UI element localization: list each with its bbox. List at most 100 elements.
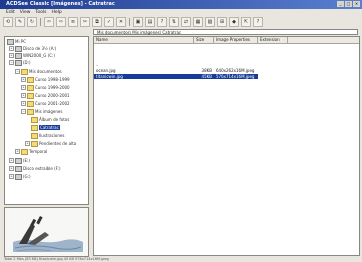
tree-item-mi-pc[interactable]: Mi PC xyxy=(7,39,26,45)
tree-item-drive-e[interactable]: + (E:) xyxy=(9,158,30,164)
toolbar-button-back[interactable]: ⟲ xyxy=(3,17,13,27)
menu-bar: Edit View Tools Help xyxy=(0,9,362,16)
hard-drive-icon xyxy=(15,158,22,164)
table-row-selected[interactable]: titanicwin.jpg 45KB 576x714x16M.jpeg xyxy=(94,74,258,79)
toolbar-button-next[interactable]: ⇨ xyxy=(56,17,66,27)
menu-view[interactable]: View xyxy=(20,10,31,15)
tree-item-label: Curso 1998-1999 xyxy=(35,77,70,83)
maximize-button[interactable]: □ xyxy=(345,1,352,7)
toolbar-separator xyxy=(40,18,41,26)
tree-item-curso-1998[interactable]: + Curso 1998-1999 xyxy=(21,77,70,83)
close-button[interactable]: × xyxy=(353,1,360,7)
tree-item-curso-2001[interactable]: + Curso 2001-2002 xyxy=(21,101,70,107)
tree-item-curso-2000[interactable]: + Curso 2000-2001 xyxy=(21,93,70,99)
table-row[interactable]: .. xyxy=(94,62,258,67)
tree-item-drive-d[interactable]: − (D:) xyxy=(9,60,31,66)
toolbar-button-refresh[interactable]: ↻ xyxy=(27,17,37,27)
table-row[interactable]: ocean.jpg 38KB 640x262x16M.jpeg xyxy=(94,68,258,73)
expand-icon[interactable]: + xyxy=(25,141,30,147)
computer-icon xyxy=(7,39,14,45)
tree-item-label: Pendientes de alta xyxy=(39,141,77,147)
window-title: ACDSee Classic [Imágenes] - Catratrac xyxy=(6,1,115,7)
folder-icon xyxy=(31,117,38,123)
expand-icon[interactable]: + xyxy=(9,46,14,52)
tree-item-label: Disco extraíble (F:) xyxy=(23,166,61,172)
tree-item-label: Disco de 3½ (A:) xyxy=(23,46,57,52)
folder-icon xyxy=(31,141,38,147)
tree-item-curso-1999[interactable]: + Curso 1999-2000 xyxy=(21,85,70,91)
tree-item-catratrac[interactable]: Catratrac xyxy=(31,125,60,131)
folder-tree[interactable]: Mi PC + Disco de 3½ (A:) + WIN2000_G (C:… xyxy=(4,36,89,205)
toolbar-button-sort[interactable]: ⇅ xyxy=(169,17,179,27)
expand-icon[interactable]: + xyxy=(9,166,14,172)
tree-item-ilustraciones[interactable]: Ilustraciones xyxy=(31,133,64,139)
collapse-icon[interactable]: − xyxy=(9,60,14,66)
column-header-size[interactable]: Size xyxy=(194,37,214,43)
expand-icon[interactable]: + xyxy=(9,158,14,164)
expand-icon[interactable]: + xyxy=(21,85,26,91)
toolbar-button-up[interactable]: ⇱ xyxy=(241,17,251,27)
minimize-button[interactable]: _ xyxy=(337,1,344,7)
tree-item-label: Curso 1999-2000 xyxy=(35,85,70,91)
expand-icon[interactable]: + xyxy=(21,93,26,99)
folder-icon xyxy=(21,149,28,155)
tree-item-label: Curso 2001-2002 xyxy=(35,101,70,107)
toolbar: ⟲ ✎ ↻ ⇦ ⇨ ≡ ✂ ⧉ ✓ ✕ ▣ ▤ ? ⇅ ⇄ ▦ ▧ ⊞ ◆ ⇱ … xyxy=(0,16,362,28)
toolbar-button-thumbs[interactable]: ▧ xyxy=(205,17,215,27)
expand-icon[interactable]: + xyxy=(21,101,26,107)
file-list-header: Name Size Image Properties Extension xyxy=(94,37,359,44)
expand-icon[interactable]: + xyxy=(15,149,20,155)
menu-tools[interactable]: Tools xyxy=(35,10,46,15)
toolbar-button-tag[interactable]: ◆ xyxy=(229,17,239,27)
image-preview xyxy=(4,207,89,257)
tree-item-label: (G:) xyxy=(23,174,31,180)
column-header-properties[interactable]: Image Properties xyxy=(214,37,258,43)
toolbar-button-edit[interactable]: ✎ xyxy=(15,17,25,27)
toolbar-button-list[interactable]: ≡ xyxy=(68,17,78,27)
address-bar[interactable]: Mis documentos\ Mis imágenes\ Catratrac xyxy=(93,29,358,35)
tree-item-album-de-fotos[interactable]: Álbum de fotos xyxy=(31,117,69,123)
expand-icon[interactable]: + xyxy=(9,174,14,180)
collapse-icon[interactable]: − xyxy=(15,69,20,75)
tree-item-temporal[interactable]: + Temporal xyxy=(15,149,47,155)
tree-item-drive-f[interactable]: + Disco extraíble (F:) xyxy=(9,166,61,172)
toolbar-button-details[interactable]: ⊞ xyxy=(217,17,227,27)
toolbar-button-delete[interactable]: ✕ xyxy=(116,17,126,27)
file-name: titanicwin.jpg xyxy=(96,74,123,79)
column-header-extension[interactable]: Extension xyxy=(258,37,288,43)
tree-item-floppy[interactable]: + Disco de 3½ (A:) xyxy=(9,46,56,52)
folder-icon xyxy=(27,101,34,107)
tree-item-label: Curso 2000-2001 xyxy=(35,93,70,99)
tree-item-mis-imagenes[interactable]: − Mis imágenes xyxy=(21,109,62,115)
tree-item-label: Temporal xyxy=(29,149,48,155)
toolbar-button-swap[interactable]: ⇄ xyxy=(181,17,191,27)
toolbar-button-check[interactable]: ✓ xyxy=(104,17,114,27)
file-name: ocean.jpg xyxy=(96,68,116,73)
toolbar-button-grid[interactable]: ▦ xyxy=(193,17,203,27)
column-header-spacer xyxy=(288,37,359,43)
tree-item-label: Catratrac xyxy=(39,125,60,131)
toolbar-button-cut[interactable]: ✂ xyxy=(80,17,90,27)
toolbar-button-copy[interactable]: ⧉ xyxy=(92,17,102,27)
collapse-icon[interactable]: − xyxy=(21,109,26,115)
toolbar-button-prev[interactable]: ⇦ xyxy=(44,17,54,27)
folder-open-icon xyxy=(27,109,34,115)
tree-item-mis-documentos[interactable]: − Mis documentos xyxy=(15,69,62,75)
toolbar-button-about[interactable]: ? xyxy=(253,17,263,27)
menu-edit[interactable]: Edit xyxy=(6,10,15,15)
tree-item-label: Ilustraciones xyxy=(39,133,65,139)
toolbar-button-view1[interactable]: ▣ xyxy=(133,17,143,27)
tree-item-drive-g[interactable]: + (G:) xyxy=(9,174,31,180)
toolbar-button-view2[interactable]: ▤ xyxy=(145,17,155,27)
file-list[interactable]: Name Size Image Properties Extension .. … xyxy=(93,36,360,256)
tree-item-drive-c[interactable]: + WIN2000_G (C:) xyxy=(9,53,55,59)
expand-icon[interactable]: + xyxy=(21,77,26,83)
column-header-name[interactable]: Name xyxy=(94,37,194,43)
folder-icon xyxy=(31,133,38,139)
file-size: 38KB xyxy=(201,68,212,73)
tree-item-pendientes[interactable]: + Pendientes de alta xyxy=(25,141,76,147)
expand-icon[interactable]: + xyxy=(9,53,14,59)
menu-help[interactable]: Help xyxy=(52,10,62,15)
ship-preview-image xyxy=(5,208,88,256)
toolbar-button-help[interactable]: ? xyxy=(157,17,167,27)
